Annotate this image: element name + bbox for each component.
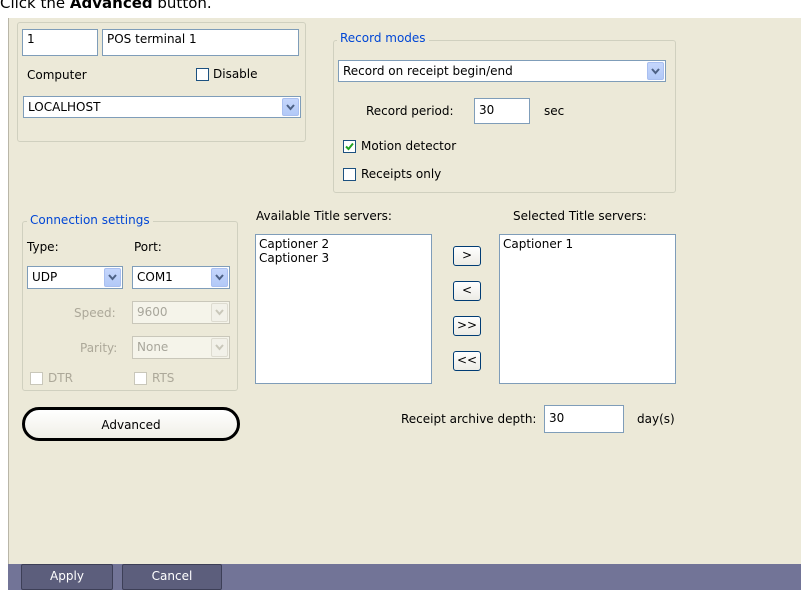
instruction-bold: Advanced — [69, 0, 153, 12]
type-select-value: UDP — [32, 270, 58, 284]
speed-label: Speed: — [74, 306, 116, 320]
chevron-down-icon[interactable] — [211, 268, 228, 287]
terminal-name-field[interactable]: POS terminal 1 — [102, 29, 299, 56]
available-servers-label: Available Title servers: — [256, 209, 392, 223]
record-mode-select[interactable]: Record on receipt begin/end — [338, 60, 666, 82]
computer-label: Computer — [27, 68, 87, 82]
record-period-label: Record period: — [366, 104, 454, 118]
instruction-prefix: Click the — [0, 0, 70, 12]
apply-button[interactable]: Apply — [21, 564, 113, 590]
remove-all-servers-button[interactable]: << — [453, 351, 481, 371]
disable-checkbox[interactable] — [196, 68, 209, 81]
motion-detector-label: Motion detector — [361, 139, 457, 153]
port-label: Port: — [134, 240, 162, 254]
archive-depth-unit: day(s) — [637, 412, 675, 426]
selected-servers-list[interactable]: Captioner 1 — [499, 234, 676, 384]
cancel-button[interactable]: Cancel — [122, 564, 222, 590]
add-all-servers-button[interactable]: >> — [453, 316, 481, 336]
list-item[interactable]: Captioner 3 — [259, 251, 428, 265]
list-item[interactable]: Captioner 2 — [259, 237, 428, 251]
type-label: Type: — [27, 240, 59, 254]
type-select[interactable]: UDP — [27, 266, 123, 289]
chevron-down-icon — [211, 338, 228, 357]
chevron-down-icon[interactable] — [647, 62, 664, 80]
rts-label: RTS — [152, 371, 175, 385]
parity-select[interactable]: None — [132, 336, 230, 359]
advanced-button[interactable]: Advanced — [22, 407, 240, 441]
connection-settings-label: Connection settings — [27, 213, 153, 227]
computer-select-value: LOCALHOST — [28, 100, 101, 114]
speed-select-value: 9600 — [137, 305, 168, 319]
selected-servers-label: Selected Title servers: — [513, 209, 647, 223]
checkmark-icon — [345, 142, 354, 151]
list-item[interactable]: Captioner 1 — [503, 237, 672, 251]
dtr-label: DTR — [48, 371, 73, 385]
add-server-button[interactable]: > — [453, 246, 481, 266]
record-mode-value: Record on receipt begin/end — [343, 64, 513, 78]
computer-select[interactable]: LOCALHOST — [23, 96, 301, 118]
record-modes-group-label: Record modes — [337, 31, 429, 45]
disable-label: Disable — [213, 67, 258, 81]
dtr-checkbox[interactable] — [30, 372, 43, 385]
chevron-down-icon[interactable] — [104, 268, 121, 287]
record-period-field[interactable]: 30 — [474, 98, 530, 124]
port-select-value: COM1 — [137, 270, 173, 284]
port-select[interactable]: COM1 — [132, 266, 230, 289]
instruction-suffix: button. — [152, 0, 212, 12]
rts-checkbox[interactable] — [134, 372, 147, 385]
archive-depth-field[interactable]: 30 — [544, 405, 624, 433]
record-period-unit: sec — [544, 104, 565, 118]
receipts-only-label: Receipts only — [361, 167, 442, 181]
speed-select[interactable]: 9600 — [132, 301, 230, 324]
terminal-id-field[interactable]: 1 — [22, 29, 98, 56]
chevron-down-icon — [211, 303, 228, 322]
parity-label: Parity: — [80, 341, 118, 355]
available-servers-list[interactable]: Captioner 2 Captioner 3 — [255, 234, 432, 384]
motion-detector-checkbox[interactable] — [343, 140, 356, 153]
remove-server-button[interactable]: < — [453, 281, 481, 301]
instruction-caption: Click the Advanced button. — [0, 0, 212, 15]
archive-depth-label: Receipt archive depth: — [401, 412, 537, 426]
chevron-down-icon[interactable] — [282, 98, 299, 116]
parity-select-value: None — [137, 340, 169, 354]
receipts-only-checkbox[interactable] — [343, 168, 356, 181]
